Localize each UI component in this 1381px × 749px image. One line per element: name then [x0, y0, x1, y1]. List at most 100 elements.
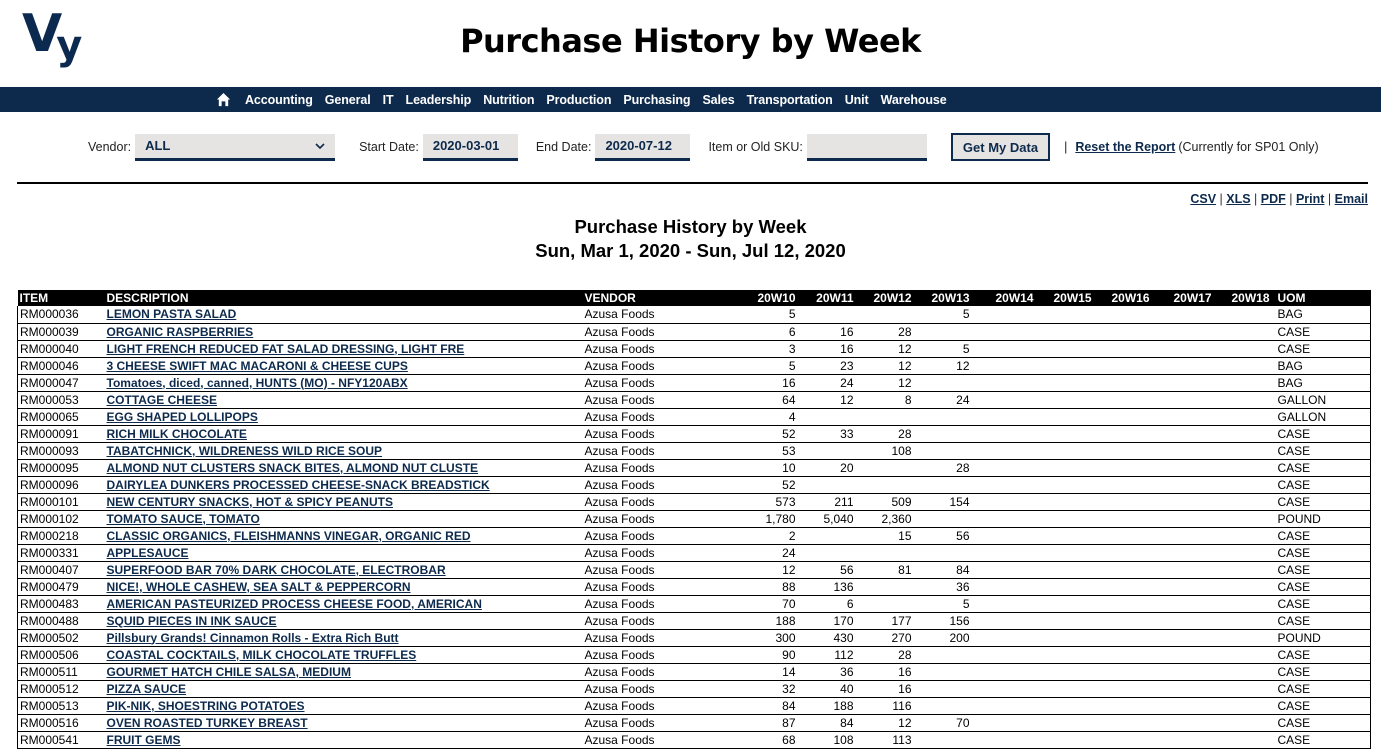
- week-qty-cell: [1155, 425, 1218, 443]
- item-description-link[interactable]: FRUIT GEMS: [107, 733, 181, 747]
- item-cell: RM000095: [17, 459, 105, 477]
- export-csv-link[interactable]: CSV: [1190, 192, 1216, 206]
- export-pdf-link[interactable]: PDF: [1261, 192, 1286, 206]
- item-description-link[interactable]: COASTAL COCKTAILS, MILK CHOCOLATE TRUFFL…: [107, 648, 417, 662]
- description-cell: GOURMET HATCH CHILE SALSA, MEDIUM: [104, 663, 583, 681]
- uom-cell: POUND: [1275, 510, 1371, 528]
- column-header-week[interactable]: 20W18: [1217, 290, 1276, 306]
- item-description-link[interactable]: TABATCHNICK, WILDRENESS WILD RICE SOUP: [107, 444, 383, 458]
- description-cell: SQUID PIECES IN INK SAUCE: [104, 612, 583, 630]
- sku-input[interactable]: [806, 133, 927, 161]
- week-qty-cell: [975, 425, 1040, 443]
- uom-cell: CASE: [1275, 612, 1371, 630]
- column-header-week[interactable]: 20W13: [917, 290, 976, 306]
- week-qty-cell: [1039, 714, 1098, 732]
- vendor-cell: Azusa Foods: [582, 578, 738, 596]
- item-description-link[interactable]: SUPERFOOD BAR 70% DARK CHOCOLATE, ELECTR…: [107, 563, 446, 577]
- week-qty-cell: 5: [917, 340, 976, 358]
- week-qty-cell: [1217, 510, 1276, 528]
- item-description-link[interactable]: DAIRYLEA DUNKERS PROCESSED CHEESE-SNACK …: [107, 478, 490, 492]
- start-date-input[interactable]: 2020-03-01: [422, 133, 518, 161]
- week-qty-cell: [1217, 680, 1276, 698]
- table-row: RM000541 FRUIT GEMS Azusa Foods 68 108 113 CAS…: [17, 731, 1371, 749]
- home-icon[interactable]: [216, 91, 234, 109]
- week-qty-cell: [1039, 527, 1098, 545]
- nav-transportation[interactable]: Transportation: [747, 93, 833, 107]
- item-description-link[interactable]: OVEN ROASTED TURKEY BREAST: [107, 716, 308, 730]
- item-description-link[interactable]: PIZZA SAUCE: [107, 682, 187, 696]
- column-header-week[interactable]: 20W10: [737, 290, 802, 306]
- column-header-description[interactable]: DESCRIPTION: [104, 290, 583, 306]
- week-qty-cell: [1217, 493, 1276, 511]
- item-cell: RM000541: [17, 731, 105, 749]
- item-description-link[interactable]: ALMOND NUT CLUSTERS SNACK BITES, ALMOND …: [107, 461, 479, 475]
- vendor-select[interactable]: ALL: [135, 133, 336, 161]
- print-link[interactable]: Print: [1296, 192, 1324, 206]
- column-header-week[interactable]: 20W15: [1039, 290, 1098, 306]
- week-qty-cell: [1155, 697, 1218, 715]
- table-row: RM000407 SUPERFOOD BAR 70% DARK CHOCOLATE…: [17, 561, 1371, 579]
- description-cell: PIZZA SAUCE: [104, 680, 583, 698]
- item-description-link[interactable]: CLASSIC ORGANICS, FLEISHMANNS VINEGAR, O…: [107, 529, 471, 543]
- export-links: CSV | XLS | PDF | Print | Email: [0, 192, 1381, 206]
- export-xls-link[interactable]: XLS: [1226, 192, 1250, 206]
- week-qty-cell: [1039, 544, 1098, 562]
- page-header: Vy Purchase History by Week: [0, 0, 1381, 87]
- item-description-link[interactable]: APPLESAUCE: [107, 546, 189, 560]
- nav-general[interactable]: General: [325, 93, 371, 107]
- item-description-link[interactable]: LEMON PASTA SALAD: [107, 307, 237, 321]
- column-header-week[interactable]: 20W17: [1155, 290, 1218, 306]
- column-header-week[interactable]: 20W14: [975, 290, 1040, 306]
- week-qty-cell: [859, 544, 918, 562]
- week-qty-cell: [859, 476, 918, 494]
- week-qty-cell: [975, 510, 1040, 528]
- week-qty-cell: [1097, 527, 1156, 545]
- reset-report-link[interactable]: Reset the Report: [1075, 140, 1175, 154]
- item-description-link[interactable]: Pillsbury Grands! Cinnamon Rolls - Extra…: [107, 631, 399, 645]
- item-description-link[interactable]: AMERICAN PASTEURIZED PROCESS CHEESE FOOD…: [107, 597, 482, 611]
- item-description-link[interactable]: Tomatoes, diced, canned, HUNTS (MO) - NF…: [107, 376, 408, 390]
- get-my-data-button[interactable]: Get My Data: [950, 133, 1051, 161]
- week-qty-cell: [1217, 544, 1276, 562]
- item-description-link[interactable]: 3 CHEESE SWIFT MAC MACARONI & CHEESE CUP…: [107, 359, 408, 373]
- item-description-link[interactable]: EGG SHAPED LOLLIPOPS: [107, 410, 258, 424]
- end-date-input[interactable]: 2020-07-12: [595, 133, 691, 161]
- nav-it[interactable]: IT: [383, 93, 394, 107]
- nav-purchasing[interactable]: Purchasing: [623, 93, 690, 107]
- column-header-item[interactable]: ITEM: [17, 290, 105, 306]
- week-qty-cell: 5: [917, 595, 976, 613]
- item-description-link[interactable]: PIK-NIK, SHOESTRING POTATOES: [107, 699, 305, 713]
- description-cell: SUPERFOOD BAR 70% DARK CHOCOLATE, ELECTR…: [104, 561, 583, 579]
- nav-production[interactable]: Production: [546, 93, 611, 107]
- week-qty-cell: 15: [859, 527, 918, 545]
- nav-unit[interactable]: Unit: [845, 93, 869, 107]
- start-date-label: Start Date:: [359, 140, 419, 154]
- item-description-link[interactable]: ORGANIC RASPBERRIES: [107, 325, 254, 339]
- item-description-link[interactable]: COTTAGE CHEESE: [107, 393, 217, 407]
- column-header-week[interactable]: 20W16: [1097, 290, 1156, 306]
- nav-sales[interactable]: Sales: [702, 93, 734, 107]
- item-description-link[interactable]: SQUID PIECES IN INK SAUCE: [107, 614, 277, 628]
- week-qty-cell: [1155, 527, 1218, 545]
- week-qty-cell: 108: [859, 442, 918, 460]
- nav-warehouse[interactable]: Warehouse: [881, 93, 947, 107]
- week-qty-cell: 84: [801, 714, 860, 732]
- item-description-link[interactable]: RICH MILK CHOCOLATE: [107, 427, 247, 441]
- nav-leadership[interactable]: Leadership: [406, 93, 472, 107]
- column-header-vendor[interactable]: VENDOR: [582, 290, 738, 306]
- week-qty-cell: [1155, 357, 1218, 375]
- item-description-link[interactable]: GOURMET HATCH CHILE SALSA, MEDIUM: [107, 665, 351, 679]
- column-header-week[interactable]: 20W12: [859, 290, 918, 306]
- description-cell: CLASSIC ORGANICS, FLEISHMANNS VINEGAR, O…: [104, 527, 583, 545]
- nav-accounting[interactable]: Accounting: [245, 93, 313, 107]
- week-qty-cell: [917, 323, 976, 341]
- column-header-week[interactable]: 20W11: [801, 290, 860, 306]
- item-description-link[interactable]: TOMATO SAUCE, TOMATO: [107, 512, 260, 526]
- email-link[interactable]: Email: [1335, 192, 1368, 206]
- item-description-link[interactable]: LIGHT FRENCH REDUCED FAT SALAD DRESSING,…: [107, 342, 465, 356]
- week-qty-cell: [917, 408, 976, 426]
- column-header-uom[interactable]: UOM: [1275, 290, 1371, 306]
- item-description-link[interactable]: NEW CENTURY SNACKS, HOT & SPICY PEANUTS: [107, 495, 393, 509]
- nav-nutrition[interactable]: Nutrition: [483, 93, 534, 107]
- item-description-link[interactable]: NICE!, WHOLE CASHEW, SEA SALT & PEPPERCO…: [107, 580, 411, 594]
